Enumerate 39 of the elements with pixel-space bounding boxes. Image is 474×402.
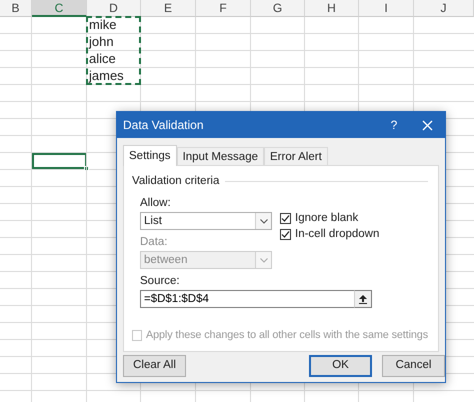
field-label: Data: [140,235,168,250]
tab[interactable]: Error Alert [264,147,328,165]
field-label: Allow: [140,196,172,210]
chevron-down-icon [260,218,268,224]
collapse-button[interactable] [354,290,372,308]
checkbox-label: In-cell dropdown [295,227,380,242]
column-header[interactable]: C [32,0,87,17]
checkbox[interactable] [280,213,291,224]
column-header[interactable]: E [141,0,196,17]
dialog-button[interactable]: Clear All [123,355,186,377]
column-header[interactable]: D [87,0,141,17]
checkbox-label: Apply these changes to all other cells with the same settings [146,328,428,344]
section-title: Validation criteria [132,174,220,189]
checkbox-label: Ignore blank [295,211,358,226]
source-field[interactable]: =$D$1:$D$4 [140,290,354,308]
checkbox[interactable] [280,229,291,240]
column-header[interactable]: H [305,0,359,17]
dialog-button[interactable]: Cancel [382,355,445,377]
column-header[interactable]: F [196,0,251,17]
arrow-up-icon [359,294,367,304]
close-icon[interactable] [422,120,432,130]
table-cell-text: mike [88,17,118,33]
column-header[interactable]: J [414,0,474,17]
help-button[interactable]: ? [379,116,409,134]
dialog-button[interactable]: OK [309,355,372,377]
copy-marquee [86,16,141,85]
dropdown-field[interactable]: List [140,212,272,230]
tab[interactable]: Settings [123,145,177,166]
field-label: Source: [140,274,181,288]
window-title: Data Validation [123,117,204,134]
table-cell-text: james [88,68,125,84]
table-cell-text: john [88,34,115,50]
chevron-down-icon [260,258,268,263]
tab[interactable]: Input Message [176,147,264,165]
dropdown-field: between [140,251,272,270]
table-cell-text: alice [88,51,117,67]
column-header[interactable]: G [251,0,305,17]
column-header[interactable]: B [0,0,32,17]
column-header[interactable]: I [359,0,414,17]
